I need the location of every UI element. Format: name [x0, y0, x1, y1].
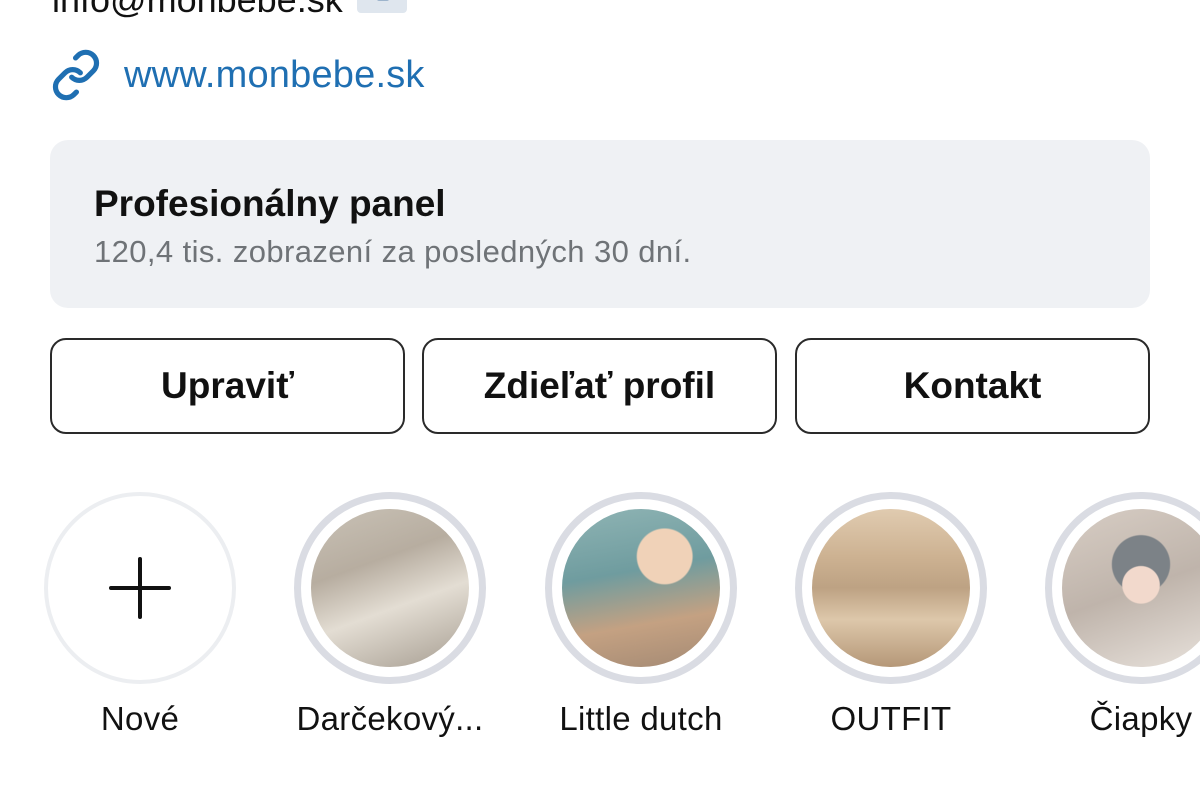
- link-icon: [50, 49, 102, 101]
- highlight-ring[interactable]: [545, 492, 737, 684]
- highlight-cover-image: [1062, 509, 1200, 667]
- email-text[interactable]: info@monbebe.sk: [52, 0, 343, 21]
- highlight-cover-image: [311, 509, 469, 667]
- profile-page: info@monbebe.sk www.monbebe.sk Profesion…: [0, 0, 1200, 800]
- highlight-cover-image: [812, 509, 970, 667]
- highlight-caps[interactable]: Čiapky: [1016, 492, 1200, 738]
- website-row[interactable]: www.monbebe.sk: [50, 48, 425, 102]
- highlight-label: Nové: [100, 700, 180, 737]
- highlight-ring[interactable]: [294, 492, 486, 684]
- email-row[interactable]: info@monbebe.sk: [52, 0, 407, 22]
- share-profile-button[interactable]: Zdieľať profil: [422, 338, 777, 434]
- website-link[interactable]: www.monbebe.sk: [124, 54, 425, 97]
- highlight-new[interactable]: Nové: [15, 492, 265, 738]
- highlight-label: Little dutch: [559, 700, 723, 737]
- highlight-label: Čiapky: [1089, 700, 1193, 737]
- contact-button[interactable]: Kontakt: [795, 338, 1150, 434]
- highlight-cover-image: [562, 509, 720, 667]
- highlight-ring[interactable]: [1045, 492, 1200, 684]
- plus-icon: [109, 557, 171, 619]
- highlight-little-dutch[interactable]: Little dutch: [516, 492, 766, 738]
- professional-panel-title: Profesionálny panel: [94, 183, 446, 224]
- highlight-gift[interactable]: Darčekový...: [265, 492, 515, 738]
- highlight-outfit[interactable]: OUTFIT: [766, 492, 1016, 738]
- professional-panel-subtitle: 120,4 tis. zobrazení za posledných 30 dn…: [94, 234, 692, 269]
- email-icon: [356, 0, 407, 13]
- edit-profile-button[interactable]: Upraviť: [50, 338, 405, 434]
- new-highlight-circle[interactable]: [44, 492, 236, 684]
- highlight-label: Darčekový...: [296, 700, 484, 737]
- profile-action-buttons: Upraviť Zdieľať profil Kontakt: [50, 338, 1150, 434]
- highlight-label: OUTFIT: [830, 700, 952, 737]
- professional-panel[interactable]: Profesionálny panel 120,4 tis. zobrazení…: [50, 140, 1150, 308]
- highlight-ring[interactable]: [795, 492, 987, 684]
